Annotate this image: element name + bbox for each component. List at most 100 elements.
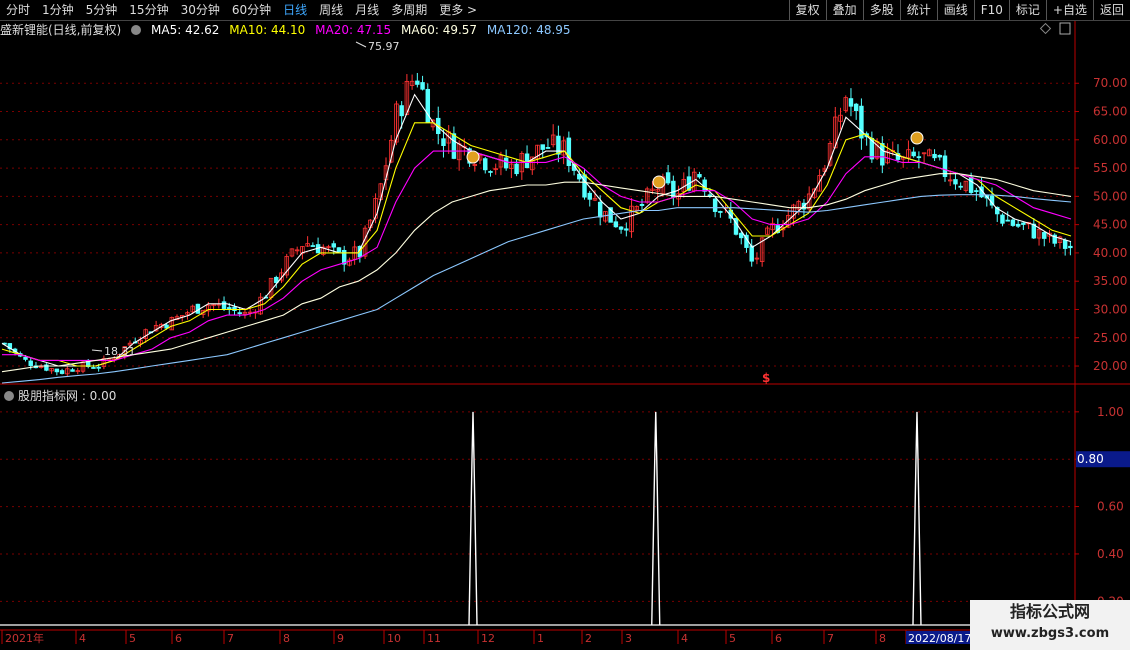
candle-body — [2, 342, 7, 345]
candle-body — [890, 150, 895, 152]
candle-body — [566, 137, 572, 167]
candle-body — [409, 80, 415, 86]
candle-body — [493, 168, 498, 171]
toolbar-button-4[interactable]: 画线 — [936, 0, 974, 20]
highlight-value-label: 0.80 — [1077, 452, 1104, 466]
candle-body — [812, 188, 817, 198]
max-price-pointer — [355, 41, 367, 48]
candle-body — [284, 256, 289, 276]
candle-body — [227, 307, 232, 310]
candle-body — [592, 197, 598, 201]
x-tick-label: 5 — [129, 632, 136, 645]
watermark-url: www.zbgs3.com — [990, 626, 1110, 641]
tab-period-6[interactable]: 日线 — [277, 0, 313, 20]
indicator-header: 股朋指标网 : 0.00 — [0, 387, 116, 403]
toolbar-button-1[interactable]: 叠加 — [825, 0, 863, 20]
tab-period-7[interactable]: 周线 — [313, 0, 349, 20]
cursor-date-label: 2022/08/17/ — [908, 632, 975, 645]
candle-body — [545, 147, 551, 149]
price-tick-label: 55.00 — [1093, 161, 1127, 175]
candle-body — [341, 249, 347, 265]
tab-period-10[interactable]: 更多 > — [433, 0, 483, 20]
candle-body — [65, 368, 70, 375]
toolbar-button-6[interactable]: 标记 — [1008, 0, 1046, 20]
candle-body — [138, 339, 143, 345]
candle-body — [577, 173, 582, 180]
candle-body — [200, 309, 206, 315]
candle-body — [195, 303, 201, 314]
candle-body — [289, 248, 295, 257]
tab-period-5[interactable]: 60分钟 — [226, 0, 277, 20]
price-tick-label: 50.00 — [1093, 189, 1127, 203]
candle-body — [749, 245, 754, 262]
candle-body — [770, 222, 775, 231]
candle-body — [817, 175, 822, 192]
kline-chart[interactable]: 70.00 65.00 60.00 55.00 50.00 45.00 40.00 35.00… — [0, 0, 1130, 650]
candle-body — [895, 153, 901, 160]
toolbar-button-7[interactable]: +自选 — [1045, 0, 1093, 20]
main-chart-header: 盛新锂能(日线,前复权) MA5: 42.62 MA10: 44.10 MA20… — [0, 21, 1075, 37]
candle-body — [117, 354, 122, 358]
x-tick-label: 7 — [827, 632, 834, 645]
x-tick-label: 4 — [79, 632, 86, 645]
price-tick-label: 60.00 — [1093, 133, 1127, 147]
toolbar-button-5[interactable]: F10 — [973, 0, 1009, 20]
tab-period-3[interactable]: 15分钟 — [123, 0, 174, 20]
ma60-label: MA60: 49.57 — [401, 23, 478, 37]
candle-body — [206, 304, 211, 312]
settings-circle-icon[interactable] — [131, 25, 142, 35]
candle-body — [535, 144, 540, 160]
candle-body — [692, 171, 697, 192]
candle-body — [509, 163, 514, 170]
x-tick-label: 6 — [175, 632, 182, 645]
candle-body — [676, 193, 681, 200]
candle-body — [1005, 219, 1010, 222]
x-tick-label: 11 — [427, 632, 441, 645]
highlight-value-box — [1076, 451, 1130, 468]
tab-period-1[interactable]: 1分钟 — [36, 0, 80, 20]
candle-body — [686, 176, 692, 191]
tab-period-8[interactable]: 月线 — [349, 0, 385, 20]
candle-body — [7, 343, 13, 350]
candle-body — [352, 246, 357, 260]
cursor-date-box — [906, 631, 972, 644]
candle-body — [237, 312, 242, 315]
tab-period-0[interactable]: 分时 — [0, 0, 36, 20]
candle-body — [28, 360, 33, 367]
candle-body — [989, 195, 995, 206]
candle-body — [864, 133, 869, 138]
toolbar-button-0[interactable]: 复权 — [788, 0, 826, 20]
toolbar-button-8[interactable]: 返回 — [1092, 0, 1130, 20]
indicator-spike — [468, 411, 478, 626]
watermark-title: 指标公式网 — [1009, 602, 1090, 621]
candle-body — [488, 171, 493, 173]
candle-body — [441, 138, 446, 147]
x-tick-label: 10 — [387, 632, 401, 645]
watermark: 指标公式网 www.zbgs3.com — [970, 600, 1130, 650]
ma120-label: MA120: 48.95 — [486, 23, 571, 37]
candle-body — [833, 116, 838, 149]
candle-body — [718, 211, 723, 213]
candle-body — [23, 356, 28, 360]
candle-body — [916, 156, 922, 159]
min-price-pointer — [91, 349, 103, 352]
tab-period-9[interactable]: 多周期 — [385, 0, 433, 20]
candle-body — [362, 227, 368, 257]
tab-period-2[interactable]: 5分钟 — [80, 0, 124, 20]
toolbar-button-2[interactable]: 多股 — [862, 0, 900, 20]
candle-body — [33, 365, 39, 369]
period-tabs: 分时 1分钟 5分钟 15分钟 30分钟 60分钟 日线 周线 月线 多周期 更多 > — [0, 0, 483, 20]
candle-body — [1047, 232, 1052, 237]
candle-body — [624, 228, 629, 231]
tab-period-4[interactable]: 30分钟 — [175, 0, 226, 20]
toolbar-button-3[interactable]: 统计 — [899, 0, 937, 20]
candle-body — [754, 257, 760, 260]
candle-body — [383, 165, 389, 181]
indicator-settings-icon[interactable] — [4, 391, 14, 401]
candle-body — [786, 215, 791, 228]
x-tick-label: 3 — [625, 632, 632, 645]
candle-body — [127, 342, 133, 346]
candle-body — [169, 317, 175, 331]
candle-body — [681, 178, 687, 192]
candle-body — [399, 105, 404, 117]
